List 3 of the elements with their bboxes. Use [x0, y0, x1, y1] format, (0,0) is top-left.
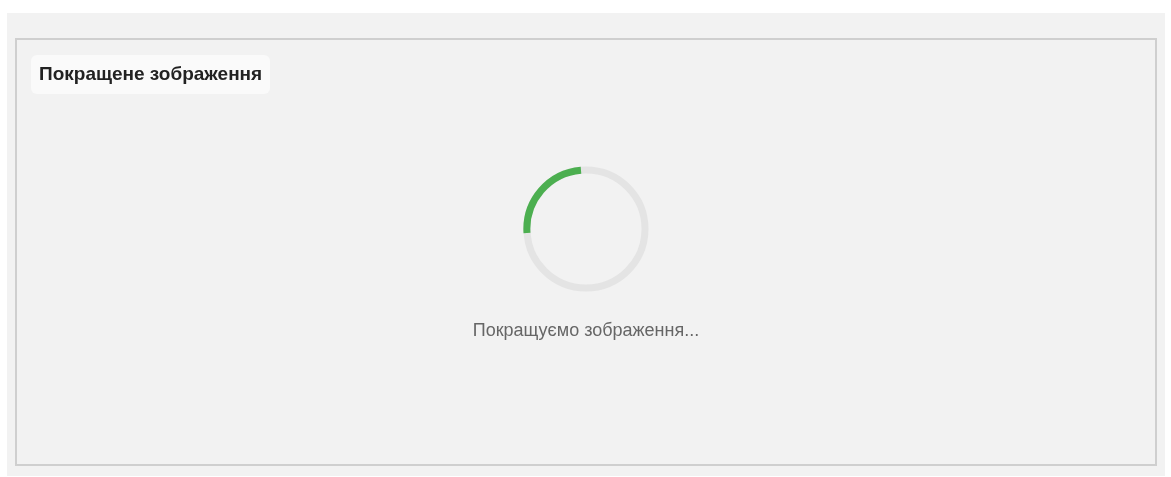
- panel-title: Покращене зображення: [31, 55, 271, 94]
- loading-message: Покращуємо зображення...: [472, 320, 700, 341]
- loading-spinner-icon: [523, 166, 649, 292]
